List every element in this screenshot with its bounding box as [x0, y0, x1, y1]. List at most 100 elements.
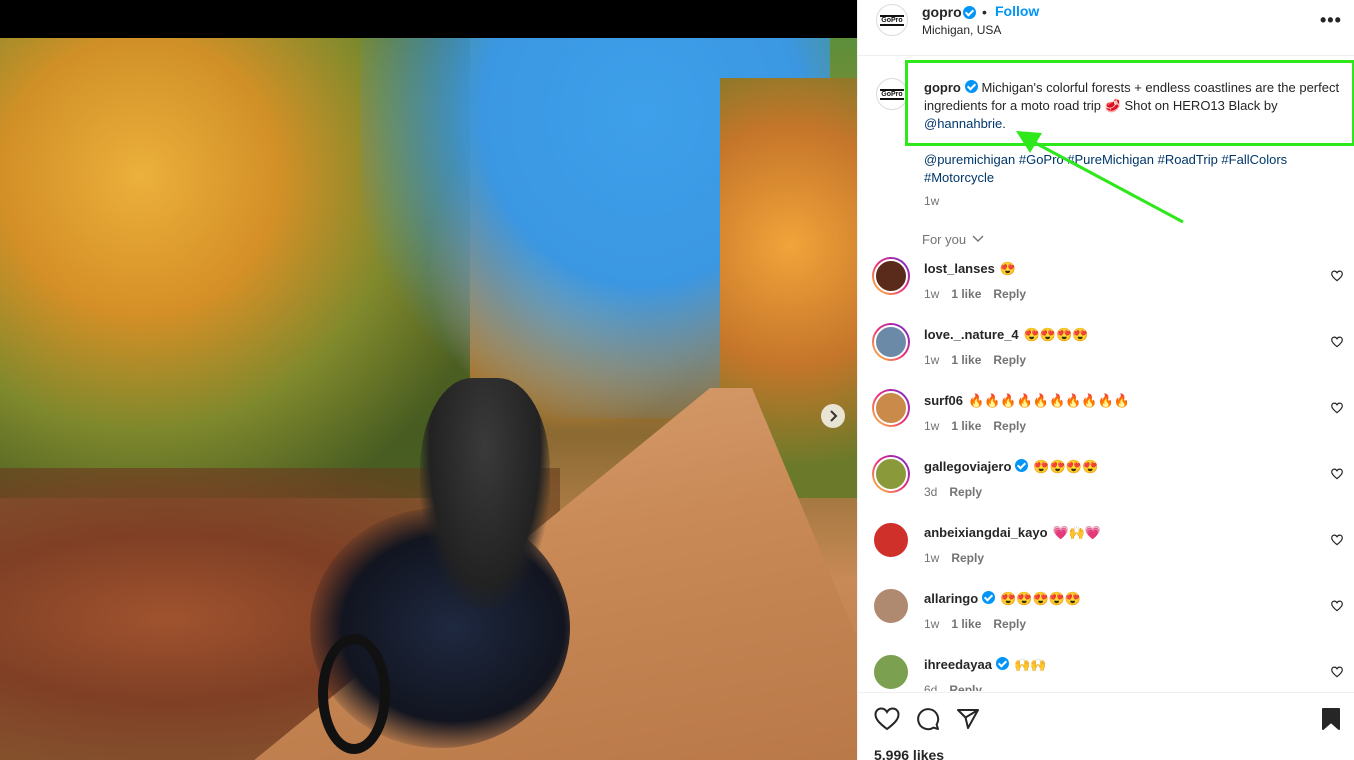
- comment-like-button[interactable]: [1331, 665, 1343, 681]
- heart-icon: [1331, 468, 1343, 480]
- reply-button[interactable]: Reply: [993, 419, 1026, 433]
- comment-row: gallegoviajero 😍😍😍😍 3d Reply: [858, 455, 1354, 517]
- commenter-avatar[interactable]: [872, 587, 910, 625]
- reply-button[interactable]: Reply: [949, 485, 982, 499]
- heart-icon: [1331, 600, 1343, 612]
- verified-badge-icon: [995, 657, 1009, 670]
- heart-icon: [1331, 534, 1343, 546]
- share-button[interactable]: [956, 707, 980, 734]
- comment-meta: 1w 1 like Reply: [924, 353, 1038, 367]
- commenter-username[interactable]: lost_lanses: [924, 261, 995, 276]
- chevron-down-icon: [972, 235, 984, 242]
- post-details-panel: GoPro gopro • Follow Michigan, USA ••• G…: [857, 0, 1354, 760]
- comment-timestamp: 1w: [924, 353, 940, 367]
- heart-icon: [1331, 336, 1343, 348]
- commenter-username[interactable]: anbeixiangdai_kayo: [924, 525, 1048, 540]
- comment-body: surf06 🔥🔥🔥🔥🔥🔥🔥🔥🔥🔥: [924, 393, 1314, 409]
- comment-row: anbeixiangdai_kayo 💗🙌💗 1w Reply: [858, 521, 1354, 583]
- comment-like-button[interactable]: [1331, 335, 1343, 351]
- comment-likes[interactable]: 1 like: [951, 419, 981, 433]
- reply-button[interactable]: Reply: [949, 683, 982, 691]
- post-actions-bar: 5,996 likes: [858, 692, 1354, 760]
- comment-sort-dropdown[interactable]: For you: [922, 232, 984, 247]
- comment-text: 😍😍😍😍😍: [1000, 591, 1082, 606]
- next-slide-button[interactable]: [821, 404, 845, 428]
- verified-badge-icon: [1015, 459, 1029, 472]
- follow-button[interactable]: Follow: [995, 3, 1039, 19]
- comment-meta: 1w 1 like Reply: [924, 287, 1038, 301]
- more-options-button[interactable]: •••: [1320, 10, 1342, 31]
- commenter-username[interactable]: allaringo: [924, 591, 978, 606]
- verified-badge-icon: [982, 591, 996, 604]
- comment-row: lost_lanses 😍 1w 1 like Reply: [858, 257, 1354, 319]
- comment-body: ihreedayaa 🙌🙌: [924, 657, 1314, 673]
- post-media: [0, 0, 857, 760]
- comment-like-button[interactable]: [1331, 269, 1343, 285]
- comment-meta: 1w Reply: [924, 551, 996, 565]
- heart-icon: [1331, 270, 1343, 282]
- sort-label: For you: [922, 232, 967, 247]
- commenter-avatar[interactable]: [872, 521, 910, 559]
- comment-like-button[interactable]: [1331, 467, 1343, 483]
- commenter-avatar[interactable]: [872, 323, 910, 361]
- comment-body: gallegoviajero 😍😍😍😍: [924, 459, 1314, 475]
- avatar-image: [872, 521, 910, 559]
- comment-timestamp: 1w: [924, 551, 940, 565]
- reply-button[interactable]: Reply: [951, 551, 984, 565]
- like-button[interactable]: [874, 707, 900, 734]
- avatar-image: [874, 391, 908, 425]
- comment-button[interactable]: [916, 707, 940, 734]
- comment-row: surf06 🔥🔥🔥🔥🔥🔥🔥🔥🔥🔥 1w 1 like Reply: [858, 389, 1354, 451]
- comment-text: 💗🙌💗: [1052, 525, 1102, 540]
- share-icon: [957, 709, 979, 729]
- heart-icon: [1331, 666, 1343, 678]
- comment-meta: 3d Reply: [924, 485, 994, 499]
- author-username[interactable]: gopro: [922, 4, 962, 20]
- author-avatar[interactable]: GoPro: [876, 4, 908, 36]
- avatar-logo-text: GoPro: [880, 88, 904, 100]
- commenter-avatar[interactable]: [872, 455, 910, 493]
- comment-row: allaringo 😍😍😍😍😍 1w 1 like Reply: [858, 587, 1354, 649]
- avatar-image: [874, 457, 908, 491]
- commenter-username[interactable]: ihreedayaa: [924, 657, 992, 672]
- comment-text: 🔥🔥🔥🔥🔥🔥🔥🔥🔥🔥: [968, 393, 1130, 408]
- comment-likes[interactable]: 1 like: [951, 287, 981, 301]
- post-header: GoPro gopro • Follow Michigan, USA •••: [858, 0, 1354, 56]
- caption-hashtags[interactable]: @puremichigan #GoPro #PureMichigan #Road…: [924, 151, 1344, 187]
- front-wheel: [318, 634, 390, 754]
- comment-timestamp: 3d: [924, 485, 938, 499]
- commenter-avatar[interactable]: [872, 257, 910, 295]
- comment-row: love._.nature_4 😍😍😍😍 1w 1 like Reply: [858, 323, 1354, 385]
- commenter-username[interactable]: surf06: [924, 393, 963, 408]
- comment-body: love._.nature_4 😍😍😍😍: [924, 327, 1314, 343]
- separator-dot: •: [982, 4, 987, 20]
- comment-text: 😍😍😍😍: [1023, 327, 1089, 342]
- comment-meta: 6d Reply: [924, 683, 994, 691]
- commenter-avatar[interactable]: [872, 653, 910, 691]
- comment-likes[interactable]: 1 like: [951, 617, 981, 631]
- comment-row: ihreedayaa 🙌🙌 6d Reply: [858, 653, 1354, 691]
- likes-count[interactable]: 5,996 likes: [874, 747, 944, 760]
- caption-author-avatar[interactable]: GoPro: [876, 78, 908, 110]
- comment-timestamp: 1w: [924, 617, 940, 631]
- more-options-icon: •••: [1320, 10, 1342, 30]
- reply-button[interactable]: Reply: [993, 617, 1026, 631]
- save-button[interactable]: [1321, 707, 1341, 734]
- commenter-username[interactable]: love._.nature_4: [924, 327, 1019, 342]
- comments-scroll-area[interactable]: GoPro gopro Michigan's colorful forests …: [858, 57, 1354, 691]
- bookmark-icon: [1322, 708, 1340, 730]
- comment-text: 😍😍😍😍: [1033, 459, 1099, 474]
- comment-timestamp: 1w: [924, 287, 940, 301]
- comment-like-button[interactable]: [1331, 533, 1343, 549]
- reply-button[interactable]: Reply: [993, 287, 1026, 301]
- post-photo[interactable]: [0, 38, 857, 760]
- comment-like-button[interactable]: [1331, 401, 1343, 417]
- commenter-avatar[interactable]: [872, 389, 910, 427]
- post-location[interactable]: Michigan, USA: [922, 23, 1001, 37]
- comment-likes[interactable]: 1 like: [951, 353, 981, 367]
- reply-button[interactable]: Reply: [993, 353, 1026, 367]
- heart-icon: [1331, 402, 1343, 414]
- commenter-username[interactable]: gallegoviajero: [924, 459, 1011, 474]
- comment-like-button[interactable]: [1331, 599, 1343, 615]
- comment-timestamp: 1w: [924, 419, 940, 433]
